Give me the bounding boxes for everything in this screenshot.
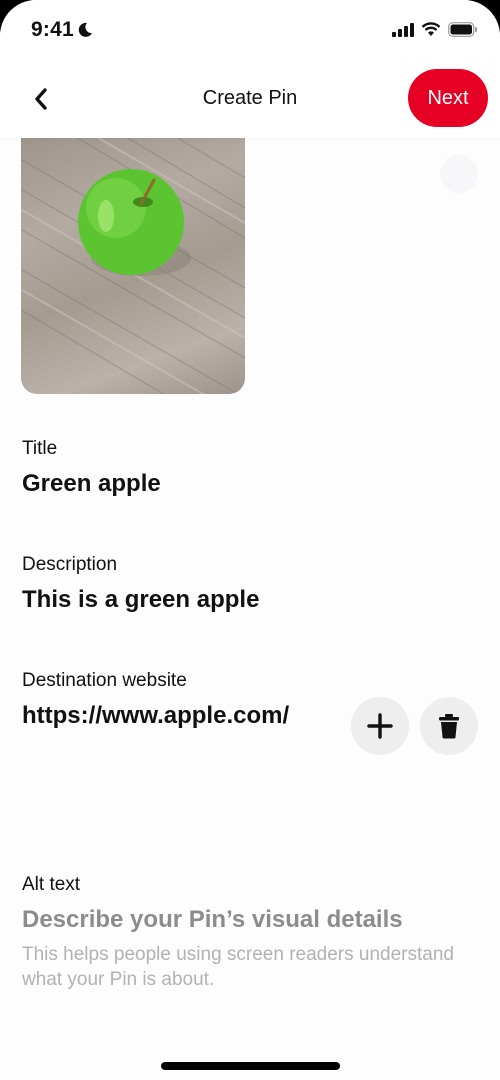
battery-icon: [448, 22, 477, 37]
alt-text-input[interactable]: Describe your Pin’s visual details: [22, 906, 478, 934]
destination-input[interactable]: https://www.apple.com/: [22, 702, 310, 730]
title-label: Title: [22, 438, 58, 459]
home-indicator: [161, 1062, 340, 1070]
wifi-icon: [421, 22, 441, 36]
description-input[interactable]: This is a green apple: [22, 586, 478, 614]
description-label: Description: [22, 554, 118, 575]
apple-photo: [21, 138, 245, 394]
next-button[interactable]: Next: [408, 69, 488, 127]
create-pin-screen: 9:41 Create Pin Next Title Green apple D…: [0, 0, 500, 1080]
alt-text-field[interactable]: Alt text Describe your Pin’s visual deta…: [22, 874, 478, 992]
destination-label: Destination website: [22, 670, 187, 691]
alt-text-hint: This helps people using screen readers u…: [22, 944, 454, 990]
trash-icon: [439, 714, 459, 739]
status-time: 9:41: [31, 18, 74, 41]
status-icons: [392, 22, 478, 37]
signal-icon: [392, 22, 414, 37]
pin-options-button[interactable]: [440, 155, 478, 193]
pin-image[interactable]: [21, 138, 245, 394]
moon-icon: [78, 22, 92, 37]
add-link-button[interactable]: [351, 697, 409, 755]
description-field[interactable]: Description This is a green apple: [22, 554, 478, 614]
status-time-group: 9:41: [31, 18, 93, 42]
plus-icon: [367, 713, 393, 739]
delete-link-button[interactable]: [420, 697, 478, 755]
alt-text-label: Alt text: [22, 874, 81, 895]
status-bar: 9:41: [0, 0, 500, 60]
header-bar: Create Pin Next: [0, 60, 500, 138]
title-field[interactable]: Title Green apple: [22, 438, 478, 498]
title-input[interactable]: Green apple: [22, 470, 478, 498]
destination-field[interactable]: Destination website https://www.apple.co…: [22, 670, 310, 730]
